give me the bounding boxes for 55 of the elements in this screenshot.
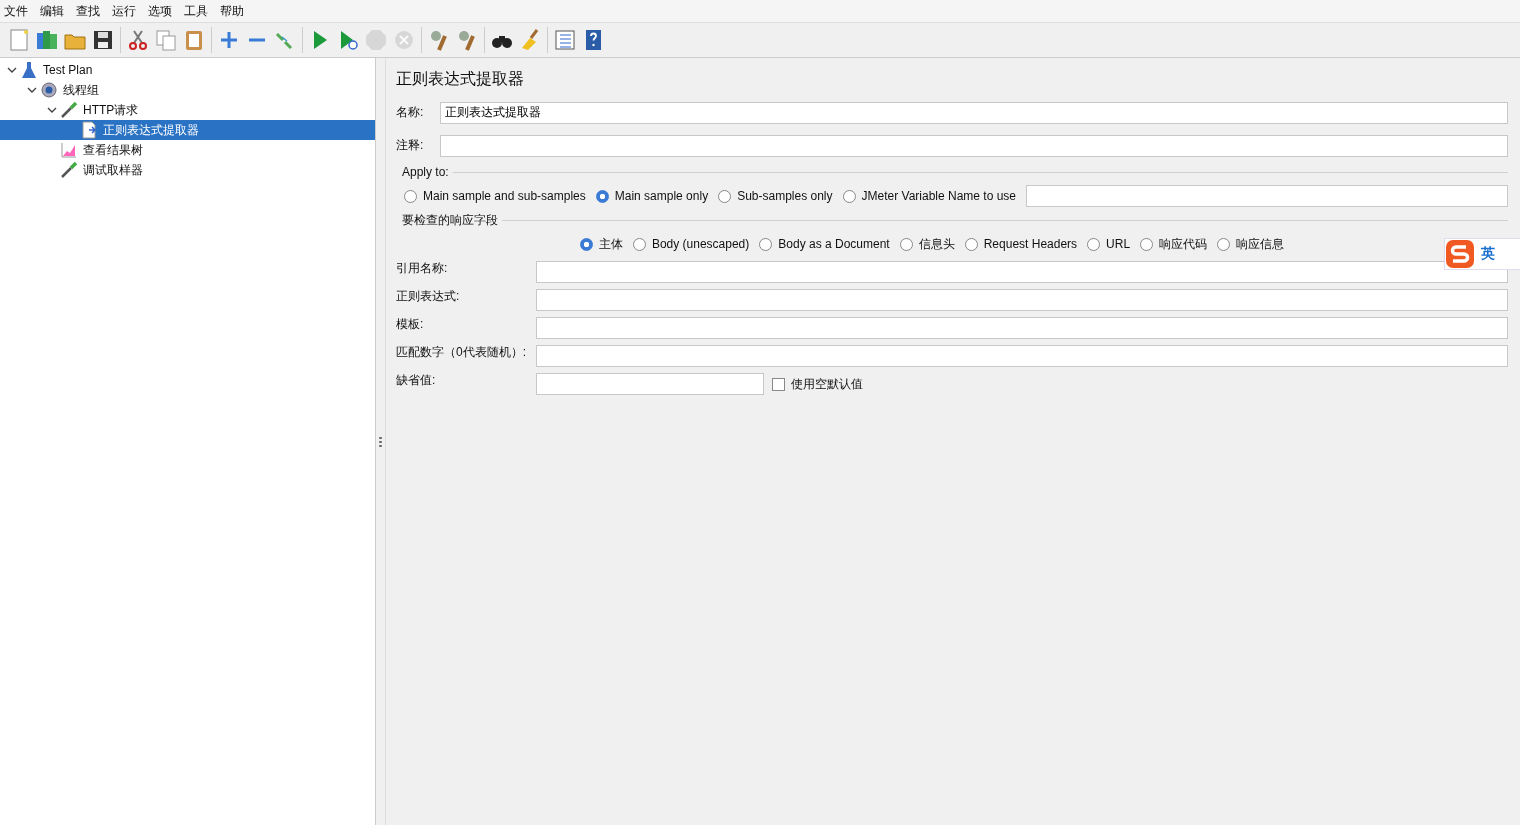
tree-item[interactable]: 查看结果树	[81, 140, 145, 160]
variable-name-field[interactable]	[1026, 185, 1508, 207]
field-label: 名称:	[396, 104, 425, 121]
group-title: 要检查的响应字段	[402, 211, 498, 229]
radio-option[interactable]: Main sample and sub-samples	[404, 189, 586, 203]
field-label: 模板:	[396, 316, 425, 333]
field-label: 注释:	[396, 137, 425, 154]
chevron-icon[interactable]	[47, 105, 57, 115]
panel-title: 正则表达式提取器	[396, 69, 525, 89]
field-label: 匹配数字（0代表随机）:	[396, 344, 527, 361]
tree-item[interactable]: Test Plan	[41, 62, 95, 78]
field-label: 缺省值:	[396, 372, 437, 389]
radio-option[interactable]: 响应代码	[1140, 235, 1208, 253]
menu-item[interactable]: 文件	[4, 2, 34, 20]
radio-option[interactable]: Body (unescaped)	[632, 237, 750, 251]
gear-icon	[40, 81, 58, 99]
text-field[interactable]	[536, 289, 1508, 311]
chevron-icon[interactable]	[7, 65, 17, 75]
radio-option[interactable]: Body as a Document	[759, 237, 890, 251]
menu-item[interactable]: 查找	[76, 2, 106, 20]
menu-item[interactable]: 编辑	[40, 2, 70, 20]
splitter-handle-icon[interactable]	[379, 435, 382, 448]
menu-item[interactable]: 工具	[184, 2, 214, 20]
chevron-icon[interactable]	[27, 85, 37, 95]
tree-item[interactable]: HTTP请求	[81, 100, 141, 120]
input-method-widget[interactable]: 英	[1444, 238, 1520, 270]
language-indicator: 英	[1481, 245, 1495, 263]
radio-option[interactable]: URL	[1087, 237, 1131, 251]
text-field[interactable]	[536, 317, 1508, 339]
radio-option[interactable]: Sub-samples only	[718, 189, 833, 203]
tree-item[interactable]: 调试取样器	[81, 160, 145, 180]
radio-option[interactable]: 响应信息	[1217, 235, 1285, 253]
text-field[interactable]	[536, 345, 1508, 367]
group-title: Apply to:	[402, 165, 449, 179]
comment-field[interactable]	[440, 134, 1508, 157]
text-field[interactable]	[536, 261, 1508, 283]
menu-item[interactable]: 帮助	[220, 2, 250, 20]
field-label: 引用名称:	[396, 260, 449, 277]
default-value-field[interactable]	[536, 373, 764, 395]
radio-option[interactable]: Main sample only	[595, 189, 709, 203]
menu-item[interactable]: 选项	[148, 2, 178, 20]
pipette-icon	[60, 101, 78, 119]
flask-icon	[20, 61, 38, 79]
field-label: 正则表达式:	[396, 288, 461, 305]
s-logo-icon	[1445, 239, 1475, 269]
checkbox[interactable]: 使用空默认值	[772, 375, 863, 393]
radio-option[interactable]: JMeter Variable Name to use	[842, 189, 1017, 203]
name-field[interactable]: 正则表达式提取器	[440, 101, 1508, 124]
radio-option[interactable]: Request Headers	[964, 237, 1078, 251]
chart-icon	[60, 141, 78, 159]
menu-item[interactable]: 运行	[112, 2, 142, 20]
tree-item[interactable]: 线程组	[61, 80, 101, 100]
radio-option[interactable]: 主体	[579, 235, 623, 253]
radio-option[interactable]: 信息头	[899, 235, 955, 253]
pipette-icon	[60, 161, 78, 179]
